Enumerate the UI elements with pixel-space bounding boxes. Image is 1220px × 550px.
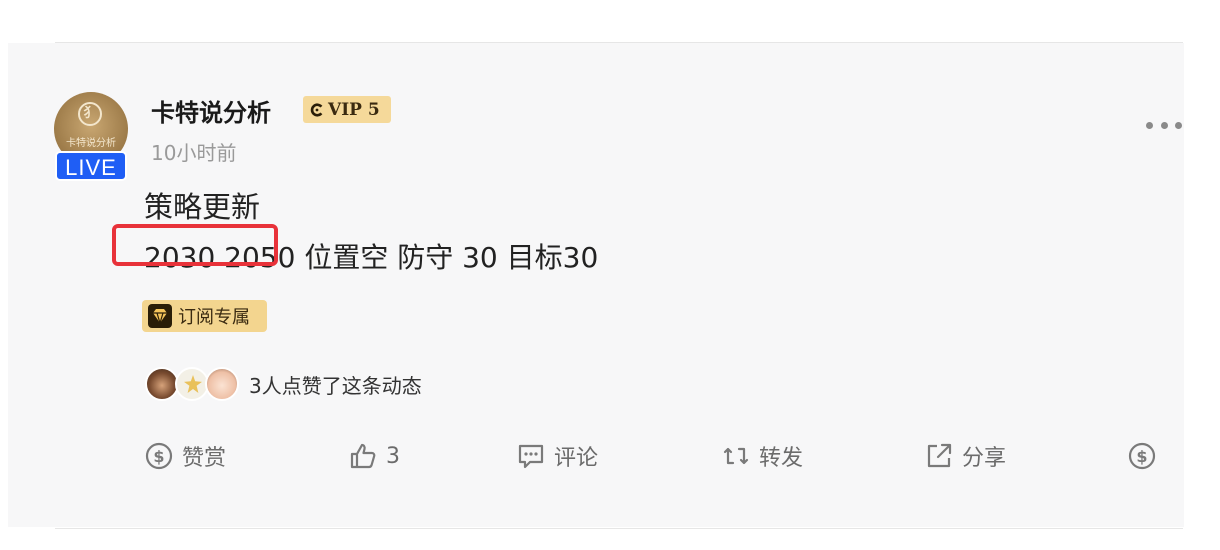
share-label: 分享 [962, 446, 1007, 471]
repost-button[interactable]: 转发 [721, 437, 803, 475]
subscribe-badge-label: 订阅专属 [178, 307, 250, 328]
comment-icon [518, 444, 544, 469]
vip-icon [310, 103, 323, 116]
comment-button[interactable]: 评论 [516, 437, 598, 475]
more-dot [1175, 121, 1182, 129]
highlight-box [112, 224, 278, 266]
likers-row[interactable]: 3人点赞了这条动态 [145, 366, 422, 402]
subscribe-badge[interactable]: 订阅专属 [142, 300, 267, 332]
liker-avatar[interactable] [145, 367, 179, 401]
reward-icon: $ [145, 442, 173, 470]
avatar-logo-icon: 犭 [78, 102, 102, 126]
repost-label: 转发 [759, 446, 804, 471]
share-button[interactable]: 分享 [924, 437, 1006, 475]
repost-icon [723, 447, 749, 465]
author-name[interactable]: 卡特说分析 [151, 93, 271, 128]
avatar-logo-text: 卡特说分析 [66, 138, 116, 149]
likers-text[interactable]: 3人点赞了这条动态 [249, 370, 422, 399]
post-time: 10小时前 [151, 141, 237, 165]
comment-label: 评论 [554, 446, 599, 471]
more-dot [1146, 121, 1153, 129]
live-badge[interactable]: LIVE [55, 151, 127, 181]
post-title: 策略更新 [144, 190, 261, 224]
star-icon [184, 375, 202, 393]
share-icon [927, 443, 952, 468]
reward-label: 赞赏 [182, 446, 227, 471]
like-count: 3 [386, 443, 400, 469]
like-button[interactable]: 3 [348, 437, 400, 475]
diamond-icon [148, 304, 172, 328]
vip-label: VIP 5 [328, 99, 380, 120]
divider-bottom [55, 528, 1183, 529]
vip-badge: VIP 5 [303, 96, 391, 123]
author-avatar[interactable]: 犭 卡特说分析 LIVE [54, 92, 128, 184]
svg-text:$: $ [1136, 447, 1147, 466]
liker-avatar[interactable] [175, 367, 209, 401]
more-dot [1160, 121, 1168, 129]
svg-text:$: $ [153, 447, 164, 466]
tip-icon: $ [1128, 442, 1156, 470]
liker-avatar[interactable] [205, 367, 239, 401]
like-icon [350, 443, 376, 469]
more-icon[interactable] [1146, 118, 1182, 132]
tip-button[interactable]: $ [1127, 437, 1165, 475]
reward-button[interactable]: $ 赞赏 [144, 437, 226, 475]
